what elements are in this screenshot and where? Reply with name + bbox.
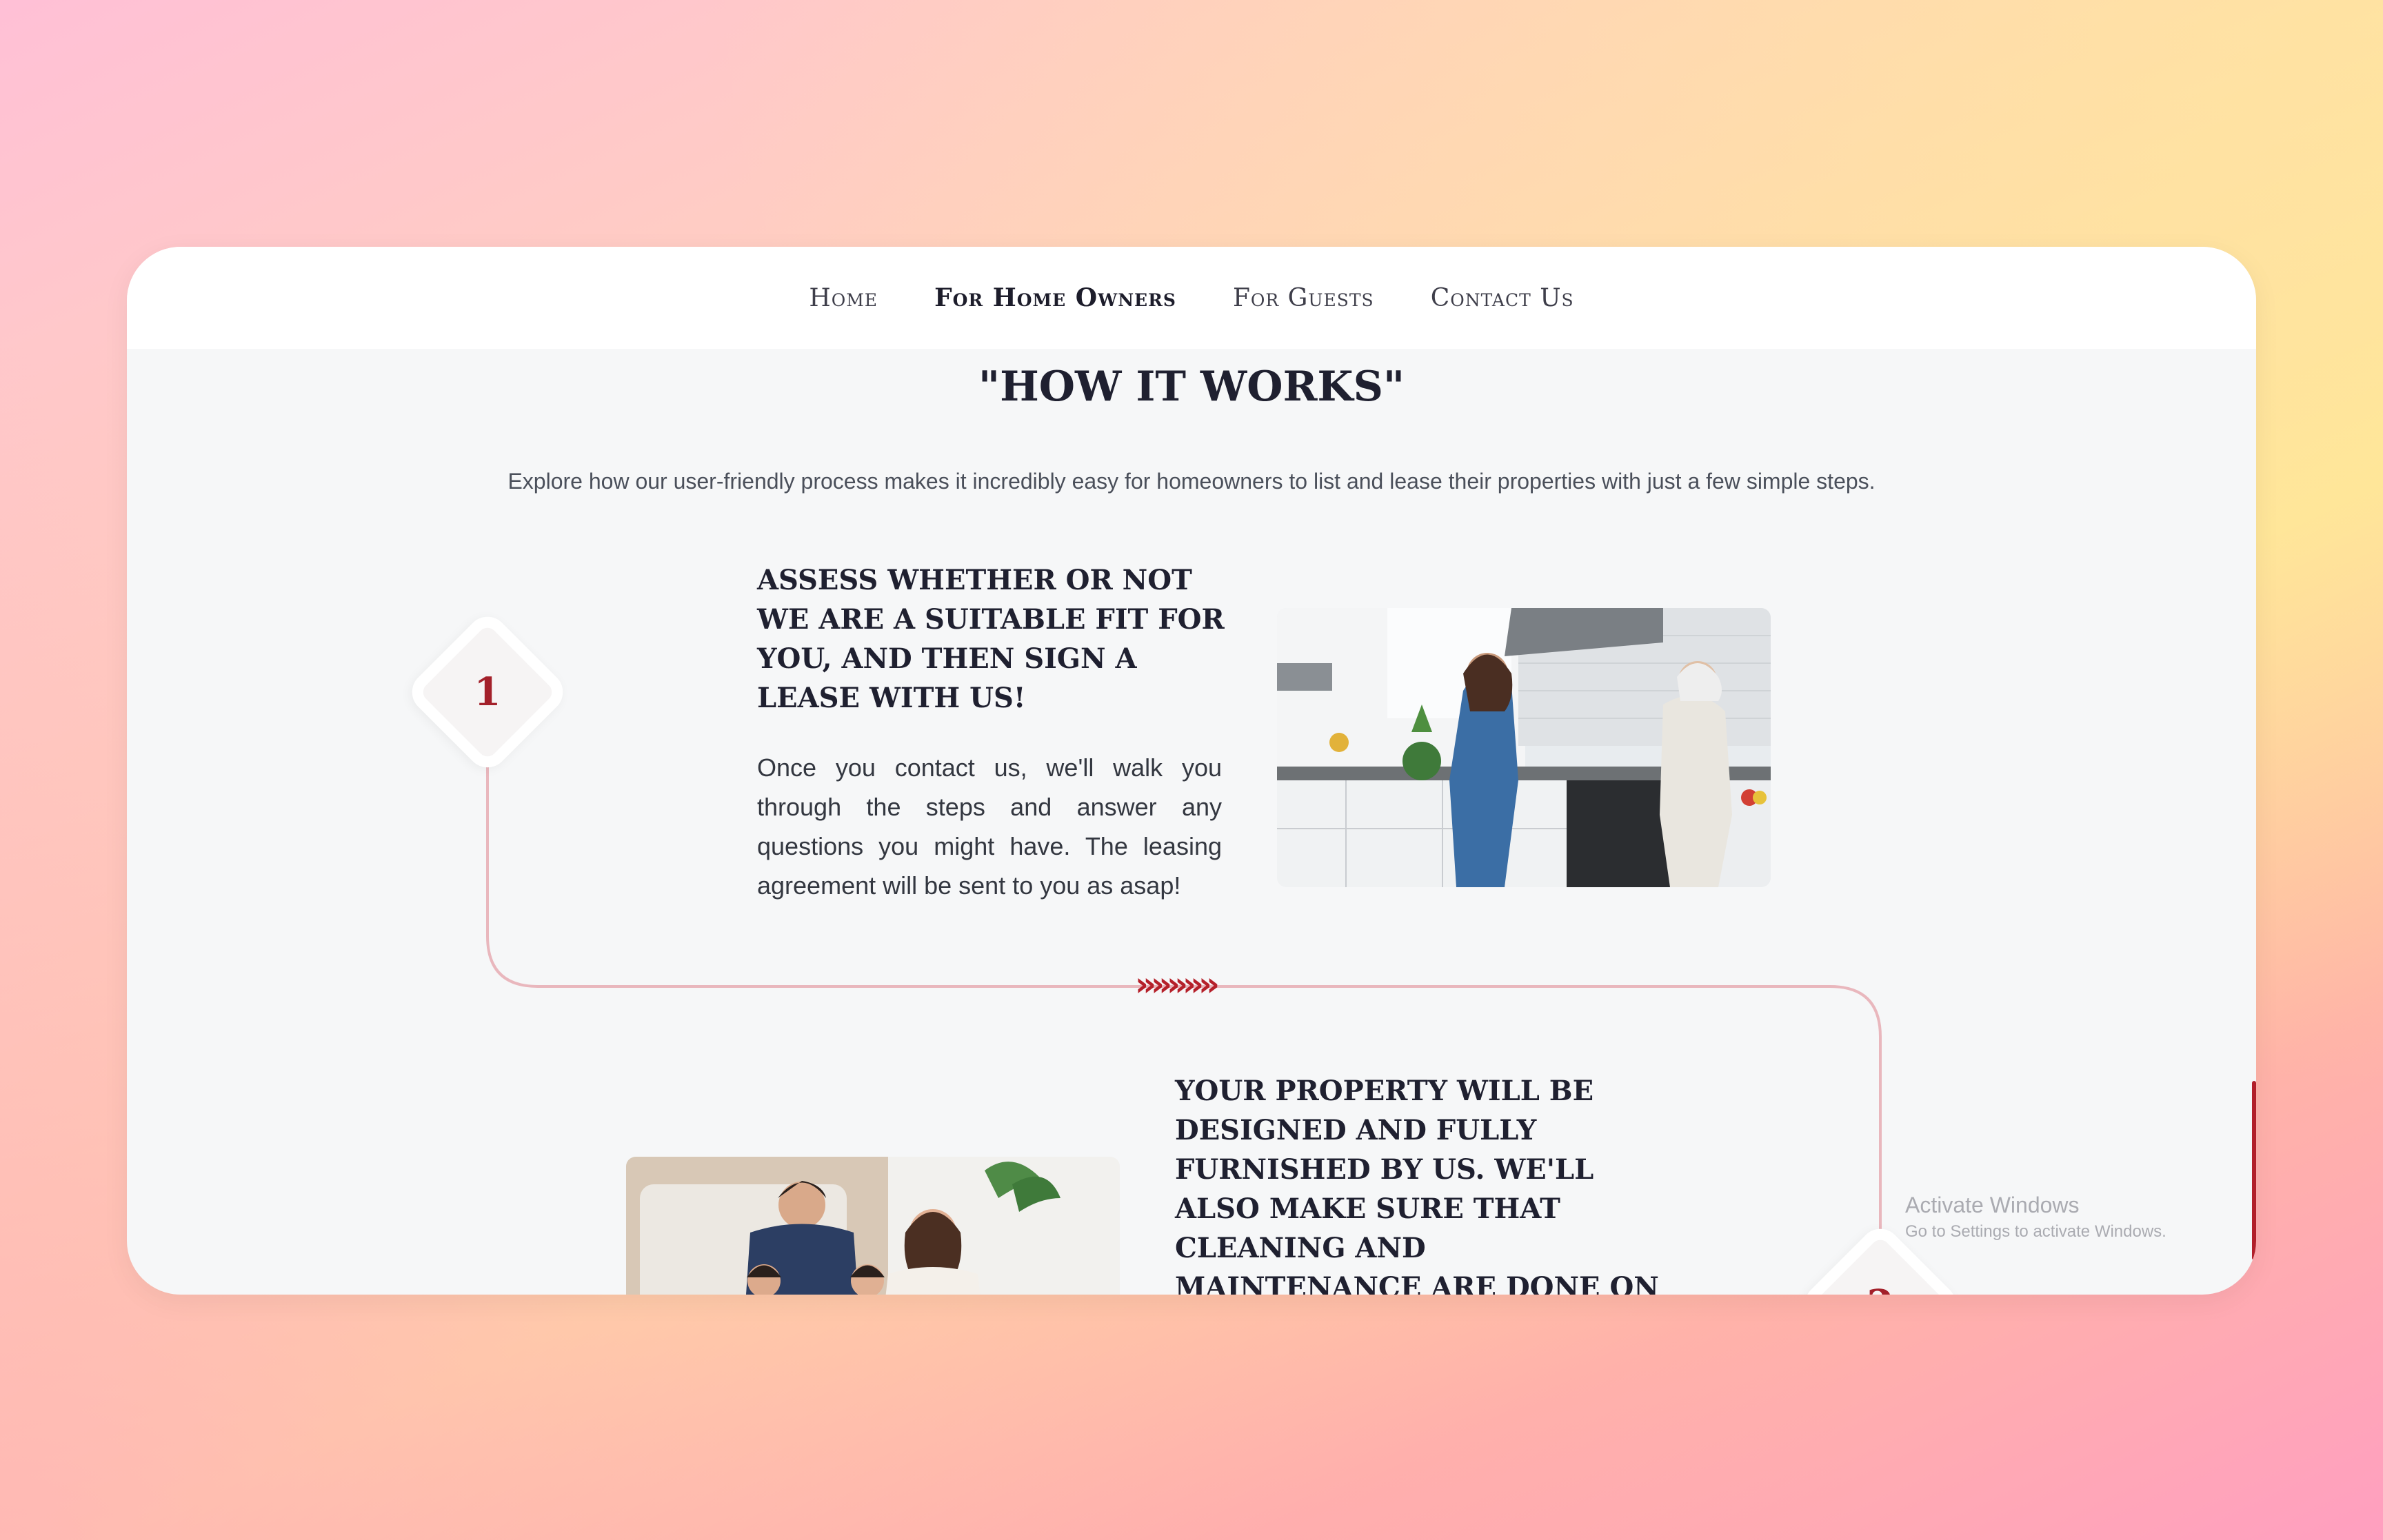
activate-windows-watermark: Activate Windows Go to Settings to activ… — [1905, 1193, 2166, 1242]
watermark-title: Activate Windows — [1905, 1193, 2080, 1217]
step-1-number: 1 — [474, 669, 501, 715]
connector-chevrons-icon: »»»»» — [1135, 965, 1220, 1004]
scrollbar-thumb[interactable] — [2252, 1081, 2256, 1260]
step-1-badge: 1 — [403, 608, 572, 776]
step-1-kitchen-photo — [1277, 608, 1771, 887]
step-1-heading: Assess whether or not we are a suitable … — [757, 564, 1225, 714]
step-1-description: Once you contact us, we'll walk you thro… — [757, 753, 1222, 900]
step-2-heading: Your property will be designed and fully… — [1175, 1075, 1659, 1295]
step-2-family-photo — [626, 1157, 1120, 1295]
step-2-badge: 2 — [1796, 1220, 1964, 1295]
watermark-subtitle: Go to Settings to activate Windows. — [1905, 1222, 2166, 1241]
step-2-number: 2 — [1821, 1245, 1940, 1295]
browser-window: Home For Home Owners For Guests Contact … — [127, 247, 2256, 1295]
